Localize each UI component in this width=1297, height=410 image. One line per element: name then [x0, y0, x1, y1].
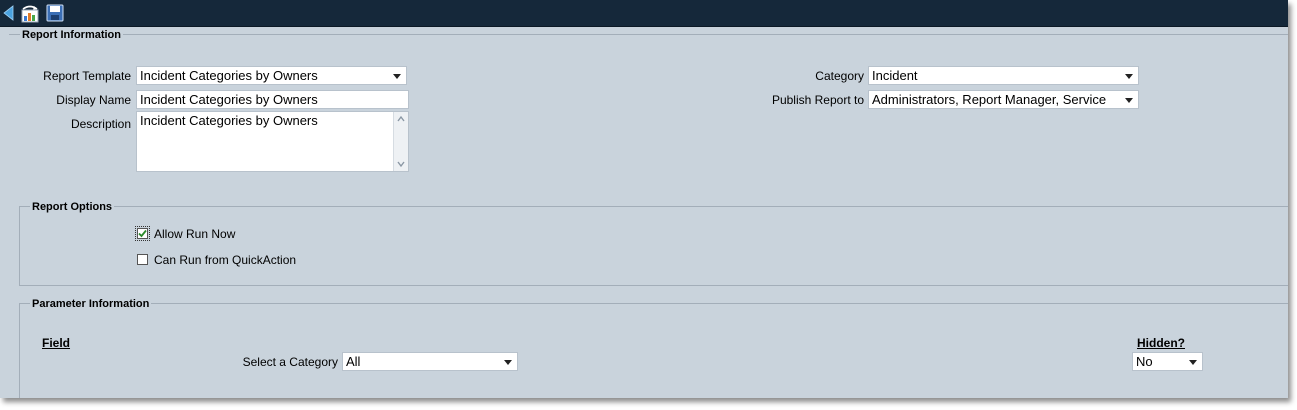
- chevron-down-icon[interactable]: [504, 360, 512, 365]
- display-name-label: Display Name: [56, 93, 131, 107]
- save-icon[interactable]: [45, 3, 65, 23]
- category-value: Incident: [872, 68, 918, 83]
- description-text: Incident Categories by Owners: [140, 113, 318, 128]
- scroll-down-icon[interactable]: [396, 159, 406, 169]
- field-column-header: Field: [42, 336, 71, 350]
- category-select[interactable]: Incident: [868, 66, 1139, 85]
- toolbar: [0, 0, 1288, 27]
- report-information-legend: Report Information: [20, 28, 123, 42]
- hidden-column-header: Hidden?: [1137, 336, 1185, 350]
- report-chart-icon[interactable]: [19, 3, 39, 23]
- publish-report-to-select[interactable]: Administrators, Report Manager, Service: [868, 90, 1139, 109]
- display-name-field[interactable]: Incident Categories by Owners: [136, 90, 409, 109]
- select-a-category-label: Select a Category: [242, 355, 338, 369]
- select-a-category-select[interactable]: All: [342, 352, 518, 371]
- category-label: Category: [815, 69, 864, 83]
- publish-report-to-value: Administrators, Report Manager, Service: [872, 92, 1107, 107]
- report-template-label: Report Template: [43, 69, 131, 83]
- select-a-category-value: All: [346, 354, 361, 369]
- scroll-up-icon[interactable]: [396, 114, 406, 124]
- allow-run-now-label[interactable]: Allow Run Now: [154, 227, 235, 241]
- report-options-legend: Report Options: [30, 200, 115, 214]
- chevron-down-icon[interactable]: [393, 74, 401, 79]
- parameter-information-frame: [19, 303, 1288, 398]
- report-template-value: Incident Categories by Owners: [140, 68, 318, 83]
- back-arrow-icon[interactable]: [1, 3, 21, 23]
- description-textarea[interactable]: Incident Categories by Owners: [136, 111, 409, 172]
- can-run-quickaction-label[interactable]: Can Run from QuickAction: [154, 253, 296, 267]
- report-template-select[interactable]: Incident Categories by Owners: [136, 66, 407, 85]
- can-run-quickaction-checkbox[interactable]: [137, 254, 148, 265]
- chevron-down-icon[interactable]: [1125, 74, 1133, 79]
- allow-run-now-checkbox[interactable]: [135, 226, 150, 241]
- description-scrollbar[interactable]: [393, 112, 408, 171]
- publish-report-to-label: Publish Report to: [771, 93, 864, 107]
- checkmark-icon: [138, 229, 147, 238]
- description-label: Description: [70, 117, 131, 131]
- hidden-select[interactable]: No: [1132, 352, 1203, 371]
- chevron-down-icon[interactable]: [1125, 98, 1133, 103]
- chevron-down-icon[interactable]: [1189, 360, 1197, 365]
- report-editor-window: Report Information Report Template Incid…: [0, 0, 1288, 398]
- report-options-frame: [19, 206, 1288, 286]
- parameter-information-legend: Parameter Information: [30, 297, 152, 311]
